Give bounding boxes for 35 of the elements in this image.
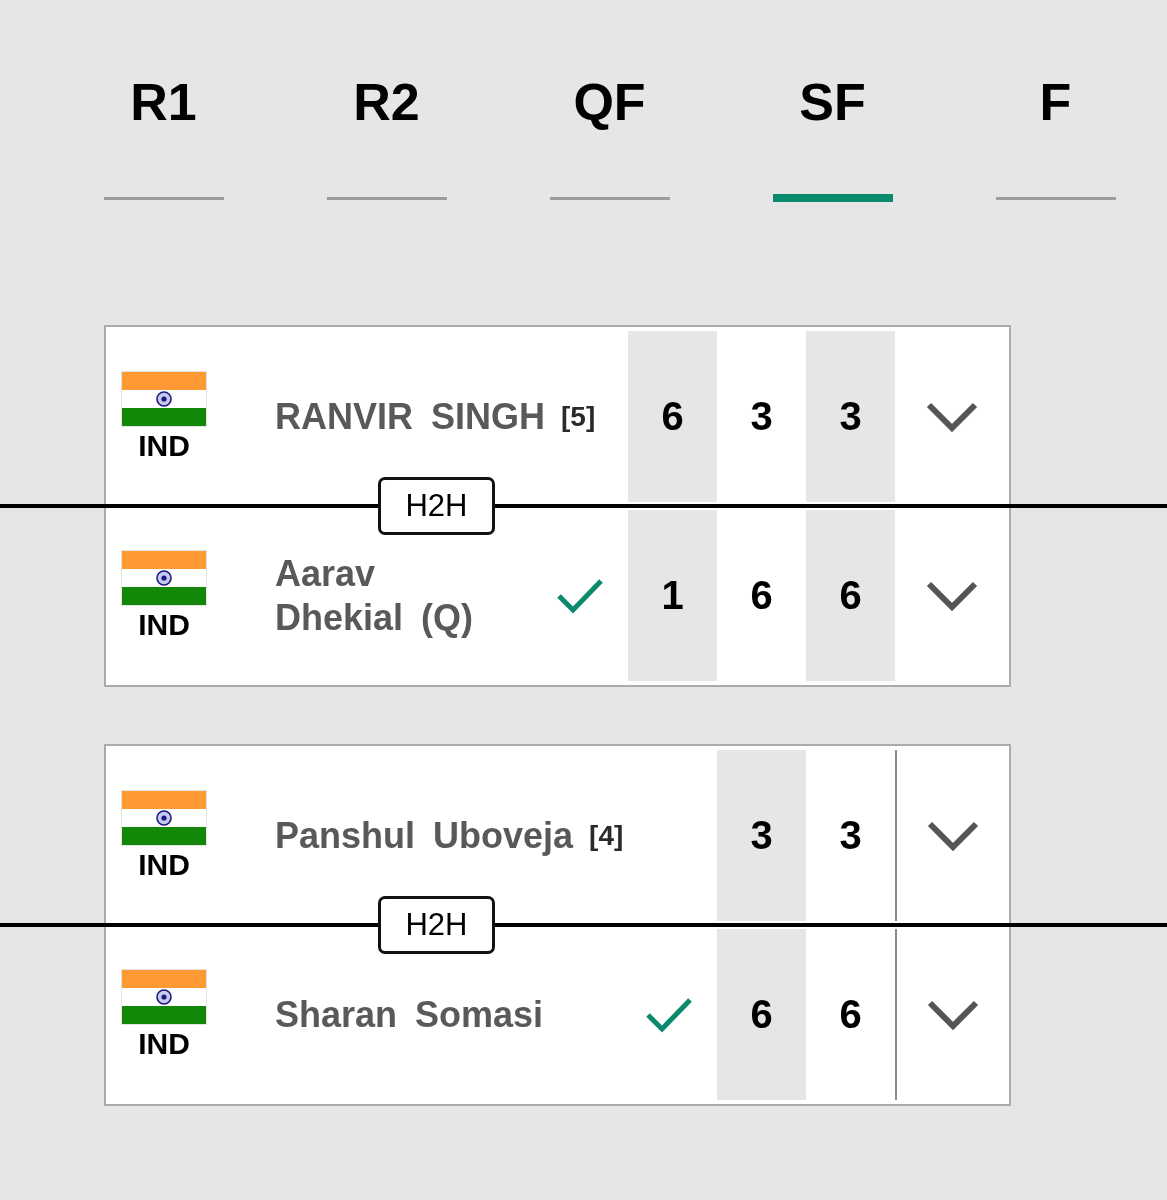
player-name: Panshul Uboveja (275, 813, 574, 858)
seed-label: [5] (561, 399, 596, 434)
score-cell: 6 (717, 929, 806, 1100)
score-cell-text: 3 (749, 393, 774, 440)
expand-button[interactable] (927, 999, 979, 1030)
seed-label: [4] (589, 818, 624, 853)
score-cell: 1 (628, 510, 717, 681)
player-name: RANVIR SINGH (275, 394, 546, 439)
country-code: IND (138, 428, 190, 463)
round-tab[interactable]: R1 (103, 74, 224, 200)
score-cell: 6 (806, 510, 895, 681)
player-name: Aarav Dhekial (Q) (275, 551, 475, 640)
country-code: IND (138, 847, 190, 882)
h2h-button[interactable]: H2H (378, 896, 495, 954)
expand-button[interactable] (926, 580, 978, 611)
flag-icon (121, 968, 207, 1025)
flag-icon (121, 370, 207, 427)
score-cell-text: 3 (838, 812, 863, 859)
flag-icon (121, 789, 207, 846)
player-name: Sharan Somasi (275, 992, 544, 1037)
score-cell: 3 (806, 331, 895, 502)
country-code: IND (138, 607, 190, 642)
score-cell: 3 (717, 750, 806, 921)
country-code: IND (138, 1026, 190, 1061)
round-tab[interactable]: SF (772, 74, 893, 202)
expand-button[interactable] (927, 820, 979, 851)
score-cell-text: 6 (749, 572, 774, 619)
score-cell-text: 6 (838, 991, 863, 1038)
flag-icon (121, 549, 207, 606)
score-cell: 6 (628, 331, 717, 502)
round-tab[interactable]: F (995, 74, 1116, 200)
round-tab[interactable]: QF (549, 74, 670, 200)
h2h-button[interactable]: H2H (378, 477, 495, 535)
expand-button[interactable] (926, 401, 978, 432)
round-tab[interactable]: R2 (326, 74, 447, 200)
